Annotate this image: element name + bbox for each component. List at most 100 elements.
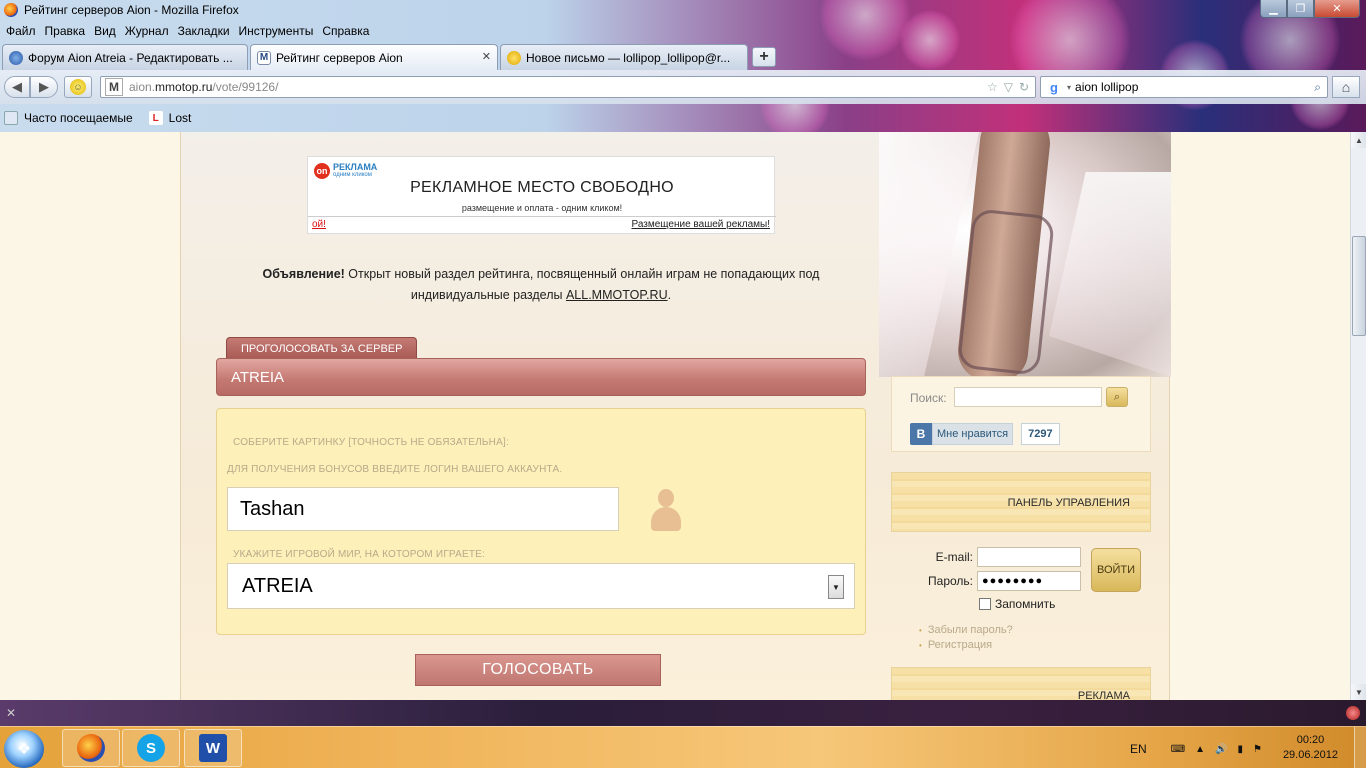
menu-bookmarks[interactable]: Закладки xyxy=(178,24,230,38)
google-icon[interactable]: g xyxy=(1045,78,1063,96)
site-search-button[interactable]: ⌕ xyxy=(1106,387,1128,407)
close-window-button[interactable]: ✕ xyxy=(1314,0,1360,18)
password-field[interactable]: ●●●●●●●● xyxy=(977,571,1081,591)
menu-history[interactable]: Журнал xyxy=(125,24,169,38)
site-search-input[interactable] xyxy=(954,387,1102,407)
language-indicator[interactable]: EN xyxy=(1130,742,1147,756)
vk-like-button[interactable]: Мне нравится xyxy=(932,423,1014,445)
system-clock[interactable]: 00:20 29.06.2012 xyxy=(1283,733,1338,763)
windows-taskbar: ❖ S W EN ⌨ ▲ 🔊 ▮ ⚑ 00:20 29.06.2012 xyxy=(0,726,1366,768)
bookmark-star-icon[interactable]: ☆ xyxy=(987,80,998,94)
header-artwork xyxy=(879,132,1171,377)
status-bar: ✕ xyxy=(0,700,1366,726)
checkbox-icon[interactable] xyxy=(979,598,991,610)
forward-button[interactable]: ▶ xyxy=(30,76,58,98)
page-scrollbar[interactable]: ▲ ▼ xyxy=(1350,132,1366,700)
tab-forum[interactable]: Форум Aion Atreia - Редактировать ... xyxy=(2,44,248,70)
search-bar[interactable]: g ▾ aion lollipop ⌕ xyxy=(1040,76,1328,98)
keyboard-icon[interactable]: ⌨ xyxy=(1171,744,1185,755)
email-label: E-mail: xyxy=(935,550,973,564)
login-label: ДЛЯ ПОЛУЧЕНИЯ БОНУСОВ ВВЕДИТЕ ЛОГИН ВАШЕ… xyxy=(227,464,563,475)
menu-bar: Файл Правка Вид Журнал Закладки Инструме… xyxy=(0,21,378,41)
remember-checkbox[interactable]: Запомнить xyxy=(979,597,1055,611)
maximize-button[interactable]: ❐ xyxy=(1287,0,1314,18)
tab-mail[interactable]: Новое письмо — lollipop_lollipop@r... xyxy=(500,44,748,70)
firefox-icon xyxy=(77,734,105,762)
home-button[interactable]: ⌂ xyxy=(1332,76,1360,98)
lost-favicon-icon: L xyxy=(148,111,163,125)
world-select[interactable]: ATREIA ▼ xyxy=(227,563,855,609)
word-taskbar-button[interactable]: W xyxy=(184,729,242,767)
menu-view[interactable]: Вид xyxy=(94,24,116,38)
menu-edit[interactable]: Правка xyxy=(45,24,86,38)
new-tab-button[interactable]: + xyxy=(752,47,776,67)
ad-banner[interactable]: on РЕКЛАМА одним кликом РЕКЛАМНОЕ МЕСТО … xyxy=(307,156,776,234)
show-desktop-button[interactable] xyxy=(1354,727,1366,768)
word-icon: W xyxy=(199,734,227,762)
close-find-bar-icon[interactable]: ✕ xyxy=(6,706,16,720)
ad-subtext: размещение и оплата - одним кликом! xyxy=(461,203,623,213)
vote-button[interactable]: ГОЛОСОВАТЬ xyxy=(415,654,661,686)
menu-file[interactable]: Файл xyxy=(6,24,36,38)
reload-icon[interactable]: ↻ xyxy=(1019,80,1029,94)
menu-tools[interactable]: Инструменты xyxy=(239,24,314,38)
firefox-taskbar-button[interactable] xyxy=(62,729,120,767)
show-hidden-icons-icon[interactable]: ▲ xyxy=(1195,744,1205,755)
scroll-down-icon[interactable]: ▼ xyxy=(1351,684,1366,700)
forgot-password-link[interactable]: Забыли пароль? xyxy=(919,624,1013,636)
vk-like-count: 7297 xyxy=(1021,423,1060,445)
ad-oops-link[interactable]: ой! xyxy=(312,219,326,230)
vote-tab[interactable]: ПРОГОЛОСОВАТЬ ЗА СЕРВЕР xyxy=(226,337,418,359)
window-controls: ▁ ❐ ✕ xyxy=(1260,0,1360,18)
close-tab-icon[interactable]: ✕ xyxy=(482,50,491,63)
volume-icon[interactable]: 🔊 xyxy=(1215,744,1227,755)
action-center-icon[interactable]: ⚑ xyxy=(1253,744,1262,755)
mail-favicon-icon xyxy=(507,50,521,65)
password-label: Пароль: xyxy=(928,574,973,588)
ad-place-link[interactable]: Размещение вашей рекламы! xyxy=(632,219,771,230)
addon-status-icon[interactable] xyxy=(1346,706,1360,720)
menu-help[interactable]: Справка xyxy=(322,24,369,38)
ad-headline: РЕКЛАМНОЕ МЕСТО СВОБОДНО xyxy=(410,179,674,196)
frequent-icon xyxy=(4,111,18,125)
bookmark-lost[interactable]: L Lost xyxy=(148,111,200,125)
magnifier-icon: ⌕ xyxy=(1113,390,1121,403)
back-button[interactable]: ◀ xyxy=(4,76,30,98)
login-button[interactable]: ВОЙТИ xyxy=(1091,548,1141,592)
email-field[interactable] xyxy=(977,547,1081,567)
chevron-down-icon[interactable]: ▼ xyxy=(828,575,844,599)
all-mmotop-link[interactable]: ALL.MMOTOP.RU xyxy=(566,288,668,302)
minimize-button[interactable]: ▁ xyxy=(1260,0,1287,18)
start-button[interactable]: ❖ xyxy=(4,730,44,768)
page-background-left xyxy=(0,132,180,700)
register-link[interactable]: Регистрация xyxy=(919,639,992,651)
bookmark-frequent[interactable]: Часто посещаемые xyxy=(4,111,141,125)
clock-date: 29.06.2012 xyxy=(1282,749,1338,761)
scroll-up-icon[interactable]: ▲ xyxy=(1351,132,1366,148)
dropdown-arrow-icon[interactable]: ▽ xyxy=(1004,80,1013,94)
window-title: Рейтинг серверов Aion - Mozilla Firefox xyxy=(24,3,239,17)
address-bar[interactable]: M aion.mmotop.ru/vote/99126/ ☆ ▽ ↻ xyxy=(100,76,1036,98)
site-favicon-icon: M xyxy=(105,78,123,96)
ad-logo-icon: on xyxy=(314,163,330,179)
control-panel-header: ПАНЕЛЬ УПРАВЛЕНИЯ xyxy=(891,472,1151,532)
vk-like-widget[interactable]: В Мне нравится 7297 xyxy=(910,423,1060,445)
user-avatar-icon xyxy=(649,489,683,533)
bookmark-label: Часто посещаемые xyxy=(24,111,133,125)
network-icon[interactable]: ▮ xyxy=(1238,744,1244,755)
site-search-label: Поиск: xyxy=(910,391,947,405)
address-url: aion.mmotop.ru/vote/99126/ xyxy=(129,80,279,94)
page-background-right xyxy=(1170,132,1350,700)
search-icon[interactable]: ⌕ xyxy=(1314,80,1321,95)
ads-panel-title: РЕКЛАМА xyxy=(1077,690,1130,700)
account-login-input[interactable]: Tashan xyxy=(227,487,619,531)
smiley-icon: ☺ xyxy=(70,79,86,95)
smiley-addon-button[interactable]: ☺ xyxy=(64,76,92,98)
scrollbar-thumb[interactable] xyxy=(1352,236,1366,336)
tab-rating[interactable]: M Рейтинг серверов Aion ✕ xyxy=(250,44,498,70)
skype-icon: S xyxy=(137,734,165,762)
title-bar: Рейтинг серверов Aion - Mozilla Firefox … xyxy=(0,0,1366,20)
skype-taskbar-button[interactable]: S xyxy=(122,729,180,767)
world-label: УКАЖИТЕ ИГРОВОЙ МИР, НА КОТОРОМ ИГРАЕТЕ: xyxy=(233,549,486,560)
firefox-logo-icon xyxy=(4,3,18,17)
